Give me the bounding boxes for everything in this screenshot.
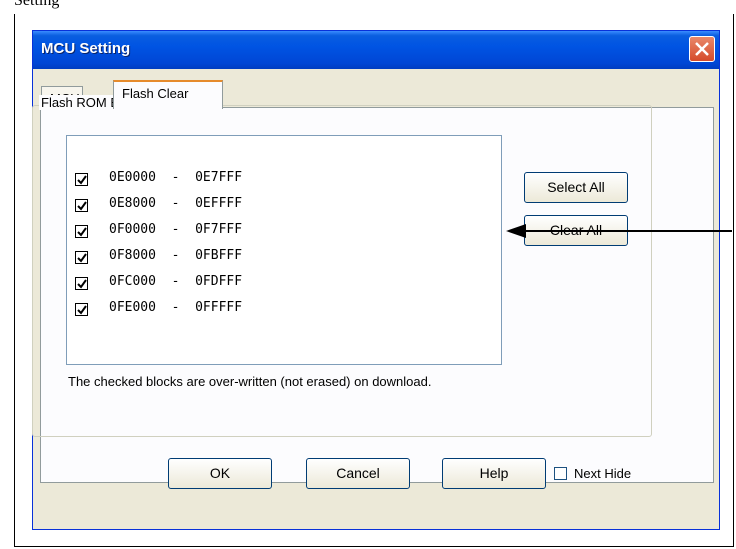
checkmark-icon — [77, 279, 87, 289]
block-end: 0EFFFF — [195, 196, 243, 211]
checkmark-icon — [77, 253, 87, 263]
tab-flash-clear[interactable]: Flash Clear — [113, 80, 223, 109]
checkbox[interactable] — [75, 225, 88, 238]
clear-all-button[interactable]: Clear All — [524, 215, 628, 246]
document-heading: Setting — [14, 0, 60, 9]
flash-block-list[interactable]: 0E0000 - 0E7FFF 0E8000 - 0EFFFF 0F0000 -… — [66, 135, 502, 365]
block-start: 0E0000 — [109, 170, 156, 185]
next-hide-label: Next Hide — [574, 466, 632, 481]
block-end: 0FBFFF — [195, 248, 243, 263]
block-start: 0F0000 — [109, 222, 156, 237]
checkbox[interactable] — [75, 199, 88, 212]
block-start: 0FC000 — [109, 274, 156, 289]
close-icon — [695, 42, 709, 56]
help-button[interactable]: Help — [442, 458, 546, 489]
checkmark-icon — [77, 175, 87, 185]
checkbox[interactable] — [75, 277, 88, 290]
ok-button[interactable]: OK — [168, 458, 272, 489]
checkbox[interactable] — [75, 251, 88, 264]
checkbox[interactable] — [75, 173, 88, 186]
checkmark-icon — [77, 227, 87, 237]
block-end: 0E7FFF — [195, 170, 243, 185]
checkmark-icon — [77, 305, 87, 315]
block-start: 0E8000 — [109, 196, 156, 211]
block-end: 0F7FFF — [195, 222, 243, 237]
select-all-button[interactable]: Select All — [524, 172, 628, 203]
close-button[interactable] — [689, 36, 715, 62]
checkbox[interactable] — [75, 303, 88, 316]
checkmark-icon — [77, 201, 87, 211]
cancel-button[interactable]: Cancel — [306, 458, 410, 489]
window-title: MCU Setting — [41, 40, 131, 57]
block-end: 0FDFFF — [195, 274, 243, 289]
block-start: 0FE000 — [109, 300, 156, 315]
checkbox[interactable] — [554, 467, 567, 480]
help-note: The checked blocks are over-written (not… — [68, 374, 432, 389]
block-start: 0F8000 — [109, 248, 156, 263]
title-bar[interactable]: MCU Setting — [33, 31, 719, 69]
block-end: 0FFFFF — [195, 300, 243, 315]
